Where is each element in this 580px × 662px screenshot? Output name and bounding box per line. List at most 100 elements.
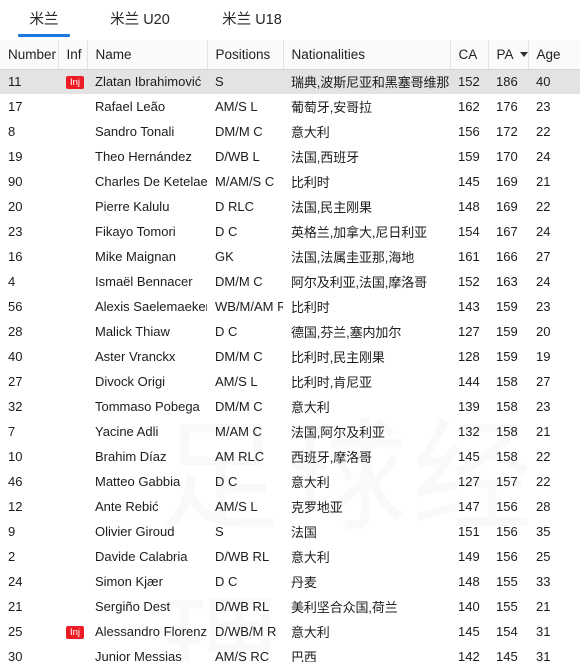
table-row[interactable]: 30 Junior Messias AM/S RC 巴西 142 145 31 [0, 644, 580, 662]
cell-name: Mike Maignan [95, 249, 176, 264]
cell-inf [58, 344, 87, 369]
cell-nationalities: 法国 [291, 525, 317, 540]
cell-ca: 132 [458, 424, 480, 439]
cell-positions: D C [215, 474, 238, 489]
cell-pa: 154 [496, 624, 518, 639]
table-row[interactable]: 12 Ante Rebić AM/S L 克罗地亚 147 156 28 [0, 494, 580, 519]
cell-name: Olivier Giroud [95, 524, 175, 539]
cell-age: 23 [536, 99, 551, 114]
cell-number: 7 [8, 424, 16, 439]
cell-positions: WB/M/AM R [215, 299, 283, 314]
tab-label: 米兰 U20 [110, 11, 170, 28]
table-row[interactable]: 56 Alexis Saelemaekers WB/M/AM R 比利时 143 159 2… [0, 294, 580, 319]
table-row[interactable]: 11 InjZlatan IbrahimovićS瑞典,波斯尼亚和黑塞哥维那,克罗… [0, 68, 580, 94]
table-row[interactable]: 28 Malick Thiaw D C 德国,芬兰,塞内加尔 127 159 20 [0, 319, 580, 344]
column-header-pa[interactable]: PA [488, 40, 529, 70]
injury-badge[interactable]: Inj [66, 626, 85, 640]
cell-inf: Inj [58, 619, 87, 644]
injury-badge[interactable]: Inj [66, 76, 85, 90]
table-row[interactable]: 7 Yacine Adli M/AM C 法国,阿尔及利亚 132 158 21 [0, 419, 580, 444]
cell-nationalities: 意大利 [291, 625, 330, 640]
cell-ca: 127 [458, 324, 480, 339]
cell-pa: 156 [496, 524, 518, 539]
cell-pa: 172 [496, 124, 518, 139]
table-row[interactable]: 8 Sandro Tonali DM/M C 意大利 156 172 22 [0, 119, 580, 144]
cell-ca: 154 [458, 224, 480, 239]
tab-label: 米兰 [29, 11, 59, 28]
cell-age: 31 [536, 649, 551, 662]
table-row[interactable]: 10 Brahim Díaz AM RLC 西班牙,摩洛哥 145 158 22 [0, 444, 580, 469]
cell-inf [58, 169, 87, 194]
cell-nationalities: 比利时 [291, 175, 330, 190]
column-header-nationalities[interactable]: Nationalities [283, 40, 451, 70]
cell-positions: D RLC [215, 199, 255, 214]
table-row[interactable]: 17 Rafael Leão AM/S L 葡萄牙,安哥拉 162 176 23 [0, 94, 580, 119]
table-row[interactable]: 32 Tommaso Pobega DM/M C 意大利 139 158 23 [0, 394, 580, 419]
cell-inf [58, 119, 87, 144]
column-header-label: Age [536, 46, 561, 62]
table-row[interactable]: 23 Fikayo Tomori D C 英格兰,加拿大,尼日利亚 154 167 24 [0, 219, 580, 244]
table-row[interactable]: 27 Divock Origi AM/S L 比利时,肯尼亚 144 158 27 [0, 369, 580, 394]
cell-name: Sandro Tonali [95, 124, 175, 139]
cell-nationalities: 意大利 [291, 475, 330, 490]
column-header-label: CA [458, 46, 478, 62]
column-header-positions[interactable]: Positions [207, 40, 284, 70]
column-header-number[interactable]: Number [0, 40, 59, 70]
cell-name: Ismaël Bennacer [95, 274, 193, 289]
cell-nationalities: 西班牙,摩洛哥 [291, 450, 372, 465]
squad-table-container: 足球经理 @lm002 Number Inf Name Pos [0, 40, 580, 662]
cell-positions: M/AM C [215, 424, 262, 439]
cell-nationalities: 丹麦 [291, 575, 317, 590]
column-header-inf[interactable]: Inf [58, 40, 88, 70]
table-row[interactable]: 19 Theo Hernández D/WB L 法国,西班牙 159 170 24 [0, 144, 580, 169]
cell-positions: AM/S L [215, 499, 258, 514]
table-row[interactable]: 4 Ismaël Bennacer DM/M C 阿尔及利亚,法国,摩洛哥 152 163… [0, 269, 580, 294]
cell-ca: 145 [458, 174, 480, 189]
table-row[interactable]: 21 Sergiño Dest D/WB RL 美利坚合众国,荷兰 140 155 21 [0, 594, 580, 619]
cell-ca: 128 [458, 349, 480, 364]
table-row[interactable]: 40 Aster Vranckx DM/M C 比利时,民主刚果 128 159 19 [0, 344, 580, 369]
column-header-name[interactable]: Name [87, 40, 208, 70]
column-header-ca[interactable]: CA [450, 40, 489, 70]
cell-nationalities: 意大利 [291, 550, 330, 565]
cell-age: 20 [536, 324, 551, 339]
table-row[interactable]: 9 Olivier Giroud S 法国 151 156 35 [0, 519, 580, 544]
cell-name: Divock Origi [95, 374, 166, 389]
cell-number: 8 [8, 124, 16, 139]
tab-milan-senior[interactable]: 米兰 [18, 0, 70, 40]
cell-positions: D C [215, 574, 238, 589]
cell-pa: 166 [496, 249, 518, 264]
tab-milan-u20[interactable]: 米兰 U20 [98, 0, 182, 40]
cell-number: 32 [8, 399, 23, 414]
table-row[interactable]: 20 Pierre Kalulu D RLC 法国,民主刚果 148 169 22 [0, 194, 580, 219]
table-row[interactable]: 24 Simon Kjær D C 丹麦 148 155 33 [0, 569, 580, 594]
cell-name: Aster Vranckx [95, 349, 176, 364]
cell-ca: 142 [458, 649, 480, 662]
cell-age: 35 [536, 524, 551, 539]
cell-positions: DM/M C [215, 399, 263, 414]
cell-age: 27 [536, 374, 551, 389]
cell-name: Fikayo Tomori [95, 224, 176, 239]
table-row[interactable]: 90 Charles De Ketelaere M/AM/S C 比利时 145 169 2… [0, 169, 580, 194]
cell-ca: 148 [458, 199, 480, 214]
cell-positions: D C [215, 224, 238, 239]
cell-ca: 140 [458, 599, 480, 614]
cell-positions: AM/S L [215, 99, 258, 114]
cell-age: 23 [536, 399, 551, 414]
cell-positions: GK [215, 249, 234, 264]
cell-age: 40 [528, 69, 580, 94]
cell-pa: 158 [496, 374, 518, 389]
cell-nationalities: 巴西 [291, 650, 317, 662]
cell-pa: 156 [496, 549, 518, 564]
column-header-age[interactable]: Age [528, 40, 580, 70]
table-row[interactable]: 25 Inj Alessandro Florenzi D/WB/M R 意大利 145 15… [0, 619, 580, 644]
cell-ca: 147 [458, 499, 480, 514]
cell-nationalities: 意大利 [291, 125, 330, 140]
table-row[interactable]: 46 Matteo Gabbia D C 意大利 127 157 22 [0, 469, 580, 494]
table-row[interactable]: 16 Mike Maignan GK 法国,法属圭亚那,海地 161 166 27 [0, 244, 580, 269]
cell-number: 4 [8, 274, 16, 289]
table-row[interactable]: 2 Davide Calabria D/WB RL 意大利 149 156 25 [0, 544, 580, 569]
cell-nationalities: 瑞典,波斯尼亚和黑塞哥维那,克罗地亚 [283, 69, 450, 94]
cell-pa: 155 [496, 599, 518, 614]
tab-milan-u18[interactable]: 米兰 U18 [210, 0, 294, 40]
